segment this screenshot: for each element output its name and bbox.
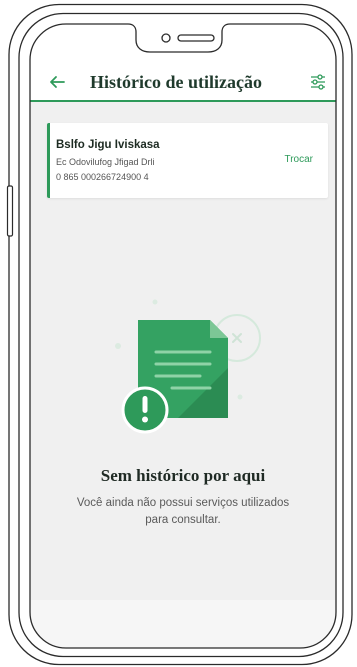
decor-dot (152, 299, 158, 305)
decor-dot (237, 394, 243, 400)
empty-state-title: Sem histórico por aqui (100, 466, 266, 485)
account-name: Bslfo Jigu Iviskasa (56, 138, 160, 151)
arrow-left-icon (50, 76, 65, 88)
sliders-icon (311, 74, 325, 90)
account-number: 0 865 000266724900 4 (56, 171, 149, 182)
decor-dot (115, 343, 121, 349)
filter-button[interactable] (310, 74, 326, 90)
page-title: Histórico de utilização (90, 72, 262, 92)
content-area: Bslfo Jigu Iviskasa Ec Odovilufog Jfigad… (30, 101, 336, 600)
side-button (6, 185, 14, 237)
exclamation-icon (142, 396, 148, 423)
back-button[interactable] (49, 74, 65, 90)
account-card: Bslfo Jigu Iviskasa Ec Odovilufog Jfigad… (47, 122, 328, 198)
change-account-link[interactable]: Trocar (284, 153, 313, 167)
app-header: Histórico de utilização (30, 24, 336, 100)
alert-badge (121, 386, 169, 434)
document-alert-illustration (115, 299, 261, 434)
account-address: Ec Odovilufog Jfigad Drli (56, 156, 155, 167)
bottom-bar (30, 600, 336, 648)
phone-screen: Histórico de utilização Bslfo Jigu Ivisk… (30, 24, 336, 648)
empty-state-description: Você ainda não possui serviços utilizado… (76, 496, 290, 526)
